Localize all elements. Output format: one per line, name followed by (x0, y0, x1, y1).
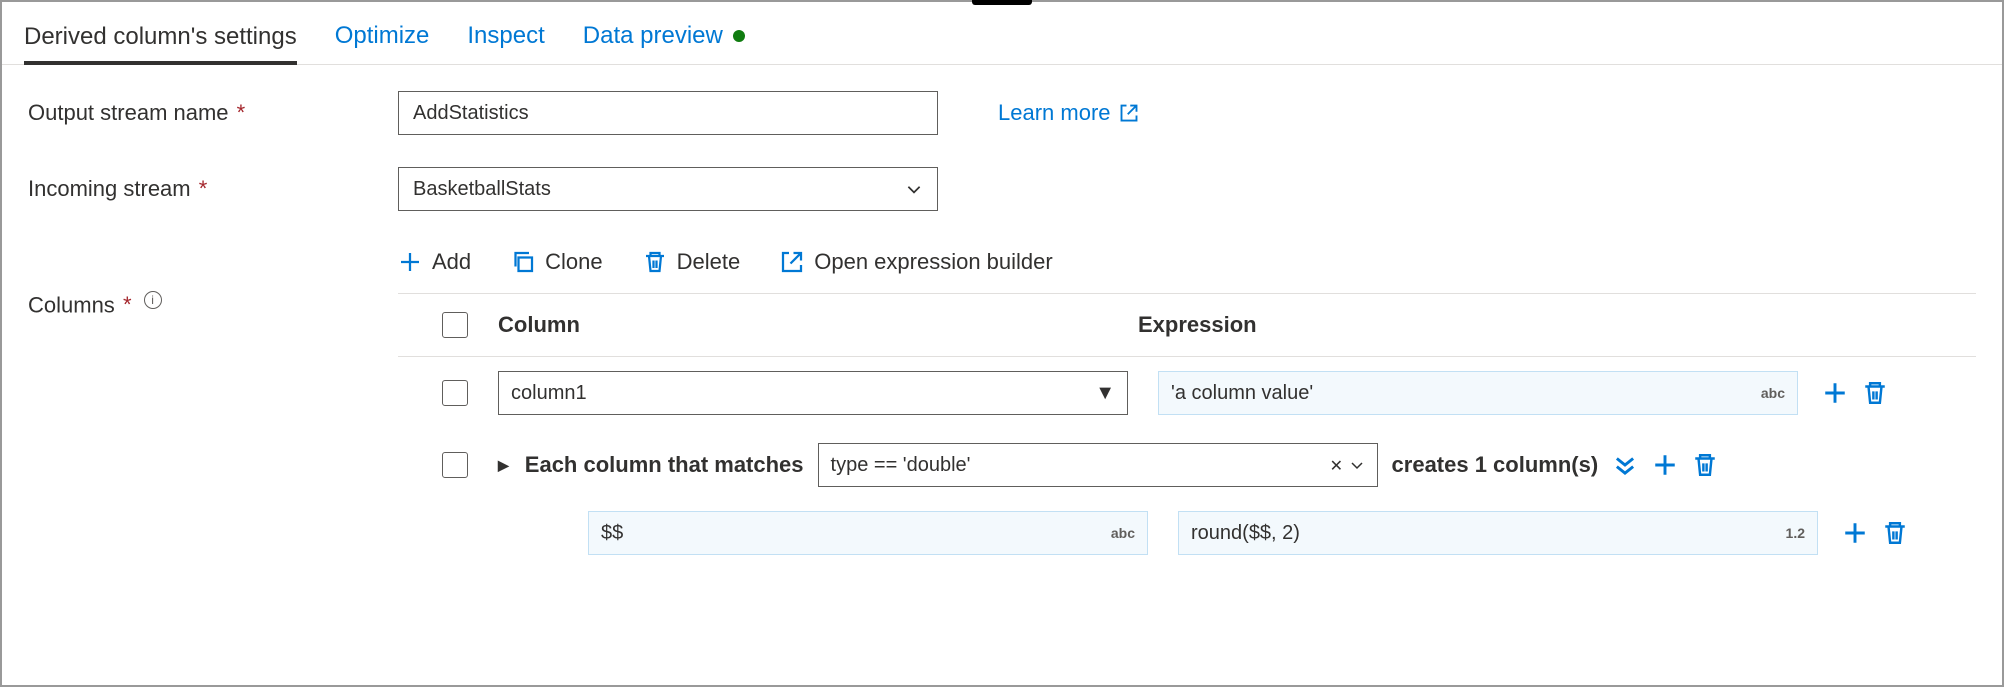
add-row-icon[interactable] (1842, 520, 1868, 546)
delete-label: Delete (677, 249, 741, 275)
columns-label: Columns * i (28, 243, 398, 569)
output-stream-label: Output stream name * (28, 100, 398, 126)
add-button[interactable]: Add (398, 249, 471, 275)
expression-value: 'a column value' (1171, 382, 1313, 405)
delete-row-icon[interactable] (1862, 380, 1888, 406)
columns-header-row: Column Expression (398, 294, 1976, 357)
add-row-icon[interactable] (1652, 452, 1678, 478)
tab-inspect[interactable]: Inspect (467, 14, 544, 64)
learn-more-link[interactable]: Learn more (998, 100, 1139, 126)
delete-row-icon[interactable] (1882, 520, 1908, 546)
tab-bar: Derived column's settings Optimize Inspe… (2, 2, 2002, 65)
trash-icon (643, 250, 667, 274)
pattern-prefix-text: Each column that matches (525, 452, 804, 478)
add-label: Add (432, 249, 471, 275)
tab-data-preview[interactable]: Data preview (583, 14, 745, 64)
output-stream-input[interactable] (398, 91, 938, 135)
pattern-condition-input[interactable]: type == 'double' ✕ (818, 443, 1378, 487)
column-name-select[interactable]: column1 ▼ (498, 371, 1128, 415)
tab-optimize[interactable]: Optimize (335, 14, 430, 64)
incoming-stream-label: Incoming stream * (28, 176, 398, 202)
pattern-condition-value: type == 'double' (831, 454, 971, 477)
required-asterisk-icon: * (237, 100, 246, 125)
select-all-checkbox[interactable] (442, 312, 468, 338)
pattern-suffix-text: creates 1 column(s) (1392, 452, 1599, 478)
info-icon[interactable]: i (144, 291, 162, 309)
chevron-down-icon[interactable] (1349, 457, 1365, 473)
table-row: column1 ▼ 'a column value' abc (398, 357, 1976, 429)
pattern-sub-row: $$ abc round($$, 2) 1.2 (398, 501, 1976, 569)
incoming-stream-select[interactable]: BasketballStats (398, 167, 938, 211)
type-badge: abc (1111, 525, 1135, 541)
pattern-expression-input[interactable]: round($$, 2) 1.2 (1178, 511, 1818, 555)
open-builder-label: Open expression builder (814, 249, 1052, 275)
row-checkbox[interactable] (442, 380, 468, 406)
dropdown-caret-icon: ▼ (1095, 382, 1115, 405)
panel-resize-handle[interactable] (972, 0, 1032, 5)
learn-more-text: Learn more (998, 100, 1111, 126)
tab-settings[interactable]: Derived column's settings (24, 15, 297, 65)
clone-label: Clone (545, 249, 602, 275)
required-asterisk-icon: * (123, 292, 132, 317)
expression-input[interactable]: 'a column value' abc (1158, 371, 1798, 415)
plus-icon (398, 250, 422, 274)
pattern-name-input[interactable]: $$ abc (588, 511, 1148, 555)
delete-row-icon[interactable] (1692, 452, 1718, 478)
required-asterisk-icon: * (199, 176, 208, 201)
type-badge: abc (1761, 385, 1785, 401)
expression-header: Expression (1138, 312, 1257, 338)
output-stream-label-text: Output stream name (28, 100, 229, 125)
external-link-icon (1119, 103, 1139, 123)
add-row-icon[interactable] (1822, 380, 1848, 406)
external-link-icon (780, 250, 804, 274)
tab-data-preview-label: Data preview (583, 22, 723, 50)
row-checkbox[interactable] (442, 452, 468, 478)
preview-status-dot-icon (733, 30, 745, 42)
double-chevron-down-icon[interactable] (1612, 452, 1638, 478)
chevron-down-icon (905, 180, 923, 198)
pattern-name-value: $$ (601, 522, 623, 545)
pattern-expression-value: round($$, 2) (1191, 522, 1300, 545)
clone-button[interactable]: Clone (511, 249, 602, 275)
type-badge: 1.2 (1786, 525, 1805, 541)
columns-toolbar: Add Clone Delete Open expression builder (398, 243, 1976, 294)
open-expression-builder-button[interactable]: Open expression builder (780, 249, 1052, 275)
copy-icon (511, 250, 535, 274)
column-name-value: column1 (511, 382, 587, 405)
columns-label-text: Columns (28, 292, 115, 317)
pattern-row: ▶ Each column that matches type == 'doub… (398, 429, 1976, 501)
collapse-triangle-icon[interactable]: ▶ (498, 457, 509, 474)
incoming-stream-value: BasketballStats (413, 178, 551, 201)
clear-icon[interactable]: ✕ (1330, 458, 1343, 475)
incoming-stream-label-text: Incoming stream (28, 176, 191, 201)
delete-button[interactable]: Delete (643, 249, 741, 275)
column-header: Column (498, 312, 1138, 338)
